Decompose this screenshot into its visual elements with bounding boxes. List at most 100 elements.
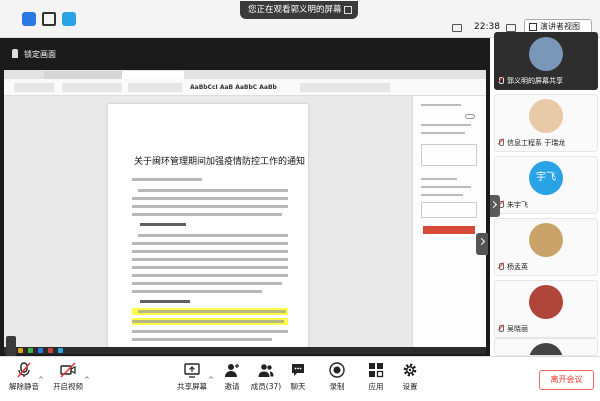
pane-option-box[interactable] [421, 202, 477, 218]
participant-name: 朱宇飞 [507, 201, 528, 209]
document-canvas: 关于闽环管理期间加强疫情防控工作的通知 [4, 96, 412, 354]
participant-avatar [529, 285, 563, 319]
participant-name: 信息工程系 于瑞龙 [507, 139, 566, 147]
start-video-label: 开启视频 [53, 382, 83, 391]
text-line [132, 266, 288, 269]
apps-grid-icon [369, 363, 384, 378]
text-line [138, 310, 286, 313]
participant-tile[interactable]: 信息工程系 于瑞龙 [494, 94, 598, 152]
invite-label: 邀请 [224, 382, 240, 391]
leave-meeting-button[interactable]: 离开会议 [539, 370, 594, 390]
participant-avatar [529, 99, 563, 133]
muted-mic-icon [498, 263, 504, 270]
taskbar-app-icon[interactable] [18, 348, 23, 353]
encryption-badge-icon[interactable] [62, 12, 76, 26]
pane-text [421, 178, 457, 180]
record-button[interactable]: 录制 [315, 362, 359, 392]
participant-scroll-button[interactable] [489, 195, 500, 217]
unmute-options-caret[interactable]: ^ [38, 376, 44, 384]
unmute-label: 解除静音 [9, 382, 39, 391]
participant-tile[interactable]: 杨孟英 [494, 218, 598, 276]
lock-view-button[interactable]: 锁定画面 [12, 49, 56, 60]
collapse-panel-button[interactable] [476, 233, 488, 255]
ribbon-group[interactable] [128, 83, 182, 92]
stop-view-icon[interactable] [344, 6, 352, 14]
text-line [132, 205, 288, 208]
text-line [132, 338, 272, 341]
text-line [132, 250, 288, 253]
doc-tab-active[interactable] [122, 71, 184, 79]
participant-tile[interactable]: 宇飞 朱宇飞 [494, 156, 598, 214]
pane-text [421, 104, 461, 106]
text-line [132, 274, 288, 277]
minimize-icon[interactable] [452, 24, 462, 32]
members-icon [258, 364, 274, 377]
chat-bubble-icon [292, 364, 304, 376]
text-line [132, 330, 288, 333]
shared-screen-stage: 锁定画面 AaBbCcI AaB AaBbC AaBb 关于闽环管理期间加强疫情… [0, 38, 490, 358]
muted-mic-icon [498, 139, 504, 146]
pane-action-button[interactable] [423, 226, 475, 234]
meeting-toolbar: 解除静音 ^ 开启视频 ^ 共享屏幕 ^ 邀请 成员(37) 聊天 录制 应用 … [0, 356, 600, 401]
share-screen-label: 共享屏幕 [177, 382, 207, 391]
camera-off-icon [60, 362, 76, 378]
pane-text [421, 194, 463, 196]
pin-icon [12, 49, 18, 58]
participant-avatar [529, 223, 563, 257]
ribbon-group[interactable] [62, 83, 122, 92]
pane-toggle[interactable] [465, 114, 475, 119]
grid-icon [529, 23, 537, 31]
participant-name: 杨孟英 [507, 263, 528, 271]
text-line [132, 242, 288, 245]
document-page: 关于闽环管理期间加强疫情防控工作的通知 [108, 104, 308, 354]
window-icon[interactable] [506, 24, 516, 32]
ribbon-group[interactable] [14, 83, 54, 92]
participant-tile[interactable] [494, 338, 598, 356]
text-line [138, 189, 288, 192]
apps-label: 应用 [368, 382, 384, 391]
security-shield-icon[interactable] [22, 12, 36, 26]
document-title: 关于闽环管理期间加强疫情防控工作的通知 [134, 157, 306, 167]
speaker-view-label: 演讲者视图 [540, 22, 580, 31]
section-heading [140, 223, 186, 226]
text-line [132, 213, 282, 216]
taskbar-app-icon[interactable] [38, 348, 43, 353]
pane-option-box[interactable] [421, 144, 477, 166]
taskbar-app-icon[interactable] [28, 348, 33, 353]
taskbar-app-icon[interactable] [58, 348, 63, 353]
share-screen-icon [184, 363, 200, 378]
chat-button[interactable]: 聊天 [276, 362, 320, 392]
ribbon-group[interactable] [300, 83, 390, 92]
doc-tab[interactable] [62, 71, 122, 79]
signal-icon[interactable] [42, 12, 56, 26]
participant-avatar: 宇飞 [529, 161, 563, 195]
participant-avatar [529, 37, 563, 71]
text-line [132, 178, 202, 181]
text-line [138, 234, 288, 237]
text-line [132, 197, 288, 200]
taskbar-app-icon[interactable] [48, 348, 53, 353]
windows-taskbar [4, 347, 486, 354]
screen-share-indicator[interactable]: 您正在观看郭义明的屏幕 [240, 1, 358, 19]
text-line [132, 282, 282, 285]
chevron-right-icon [477, 237, 486, 246]
participant-list: 郭义明的屏幕共享 信息工程系 于瑞龙 宇飞 朱宇飞 杨孟英 吴晓丽 [490, 32, 600, 356]
pane-text [421, 186, 471, 188]
text-line [132, 320, 284, 323]
chat-label: 聊天 [290, 382, 306, 391]
gear-icon [403, 363, 417, 377]
meeting-clock: 22:38 [474, 22, 500, 32]
sharing-status-text: 您正在观看郭义明的屏幕 [248, 5, 342, 15]
participant-avatar [529, 343, 563, 355]
participant-tile[interactable]: 吴晓丽 [494, 280, 598, 338]
pane-text [421, 132, 465, 134]
style-gallery[interactable]: AaBbCcI AaB AaBbC AaBb [190, 84, 277, 91]
stage-scroll-handle[interactable] [6, 336, 16, 358]
participant-tile[interactable]: 郭义明的屏幕共享 [494, 32, 598, 90]
video-options-caret[interactable]: ^ [84, 376, 90, 384]
settings-label: 设置 [402, 382, 418, 391]
shared-document-window: AaBbCcI AaB AaBbC AaBb 关于闽环管理期间加强疫情防控工作的… [4, 70, 486, 354]
settings-button[interactable]: 设置 [388, 362, 432, 392]
chevron-right-icon [489, 200, 498, 209]
muted-mic-icon [498, 77, 504, 84]
